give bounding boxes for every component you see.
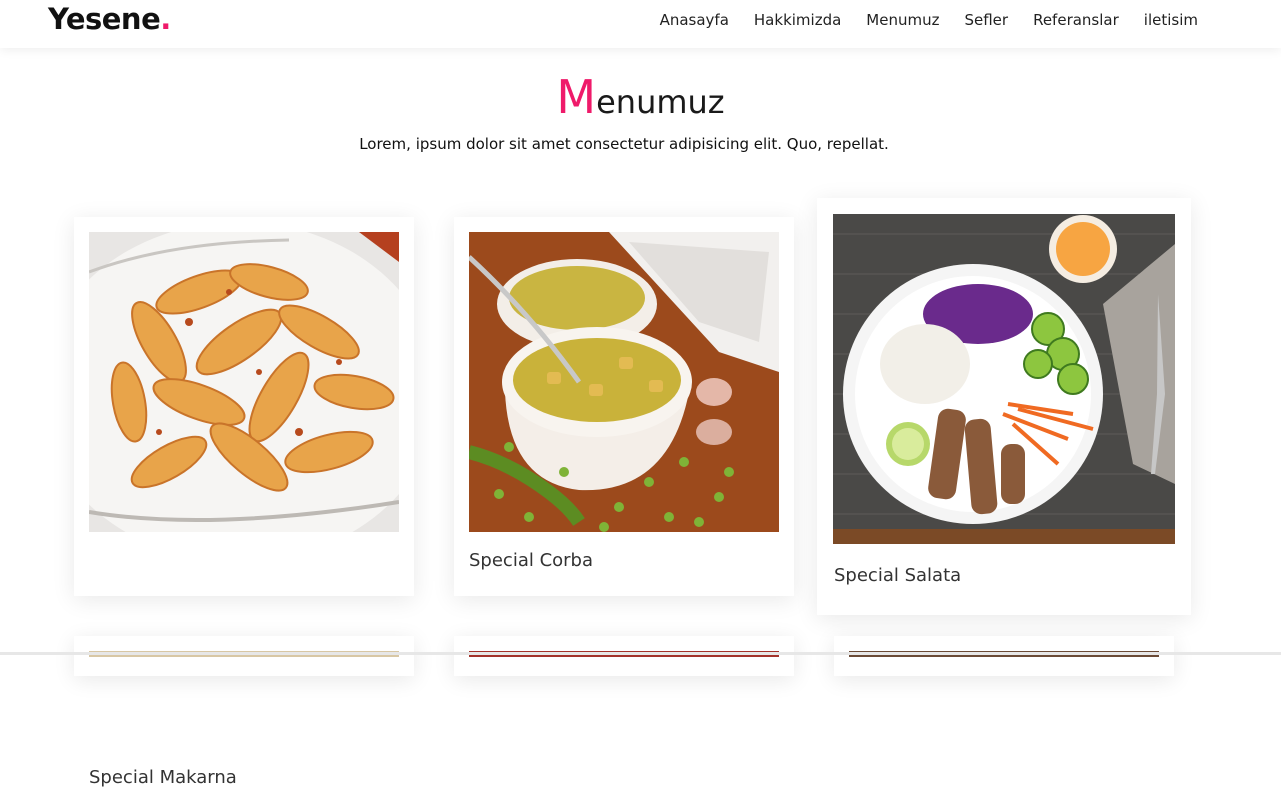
nav-link-referanslar[interactable]: Referanslar xyxy=(1033,10,1119,30)
section-title-rest: enumuz xyxy=(596,83,725,121)
brand-logo[interactable]: Yesene. xyxy=(48,2,171,36)
menu-card-salata[interactable]: Special Salata xyxy=(817,198,1191,615)
soup-image xyxy=(469,232,779,532)
nav-link-hakkimizda[interactable]: Hakkimizda xyxy=(754,10,841,30)
nav-link-iletisim[interactable]: iletisim xyxy=(1144,10,1198,30)
menu-card-row2-1[interactable] xyxy=(74,636,414,676)
pasta-image xyxy=(89,232,399,532)
menu-card-title: Special Makarna xyxy=(89,767,237,788)
brand-name: Yesene xyxy=(48,2,161,36)
nav-link-menumuz[interactable]: Menumuz xyxy=(866,10,939,30)
menu-card-row2-3[interactable] xyxy=(834,636,1174,676)
nav-link-anasayfa[interactable]: Anasayfa xyxy=(660,10,729,30)
menu-card-title: Special Corba xyxy=(469,550,594,571)
nav-link-sefler[interactable]: Sefler xyxy=(964,10,1008,30)
section-subtitle: Lorem, ipsum dolor sit amet consectetur … xyxy=(359,135,889,153)
menu-card-title: Special Salata xyxy=(834,565,962,586)
navbar: Yesene. Anasayfa Hakkimizda Menumuz Sefl… xyxy=(0,0,1281,48)
salad-image xyxy=(833,214,1175,544)
menu-card-corba[interactable]: Special Corba xyxy=(454,217,794,596)
section-title-initial: M xyxy=(556,70,597,124)
section-title: Menumuz xyxy=(0,70,1281,129)
menu-card-row2-2[interactable] xyxy=(454,636,794,676)
main-nav: Anasayfa Hakkimizda Menumuz Sefler Refer… xyxy=(635,10,1198,30)
brand-dot: . xyxy=(160,2,171,36)
menu-card-makarna[interactable]: Special Makarna xyxy=(74,217,414,788)
